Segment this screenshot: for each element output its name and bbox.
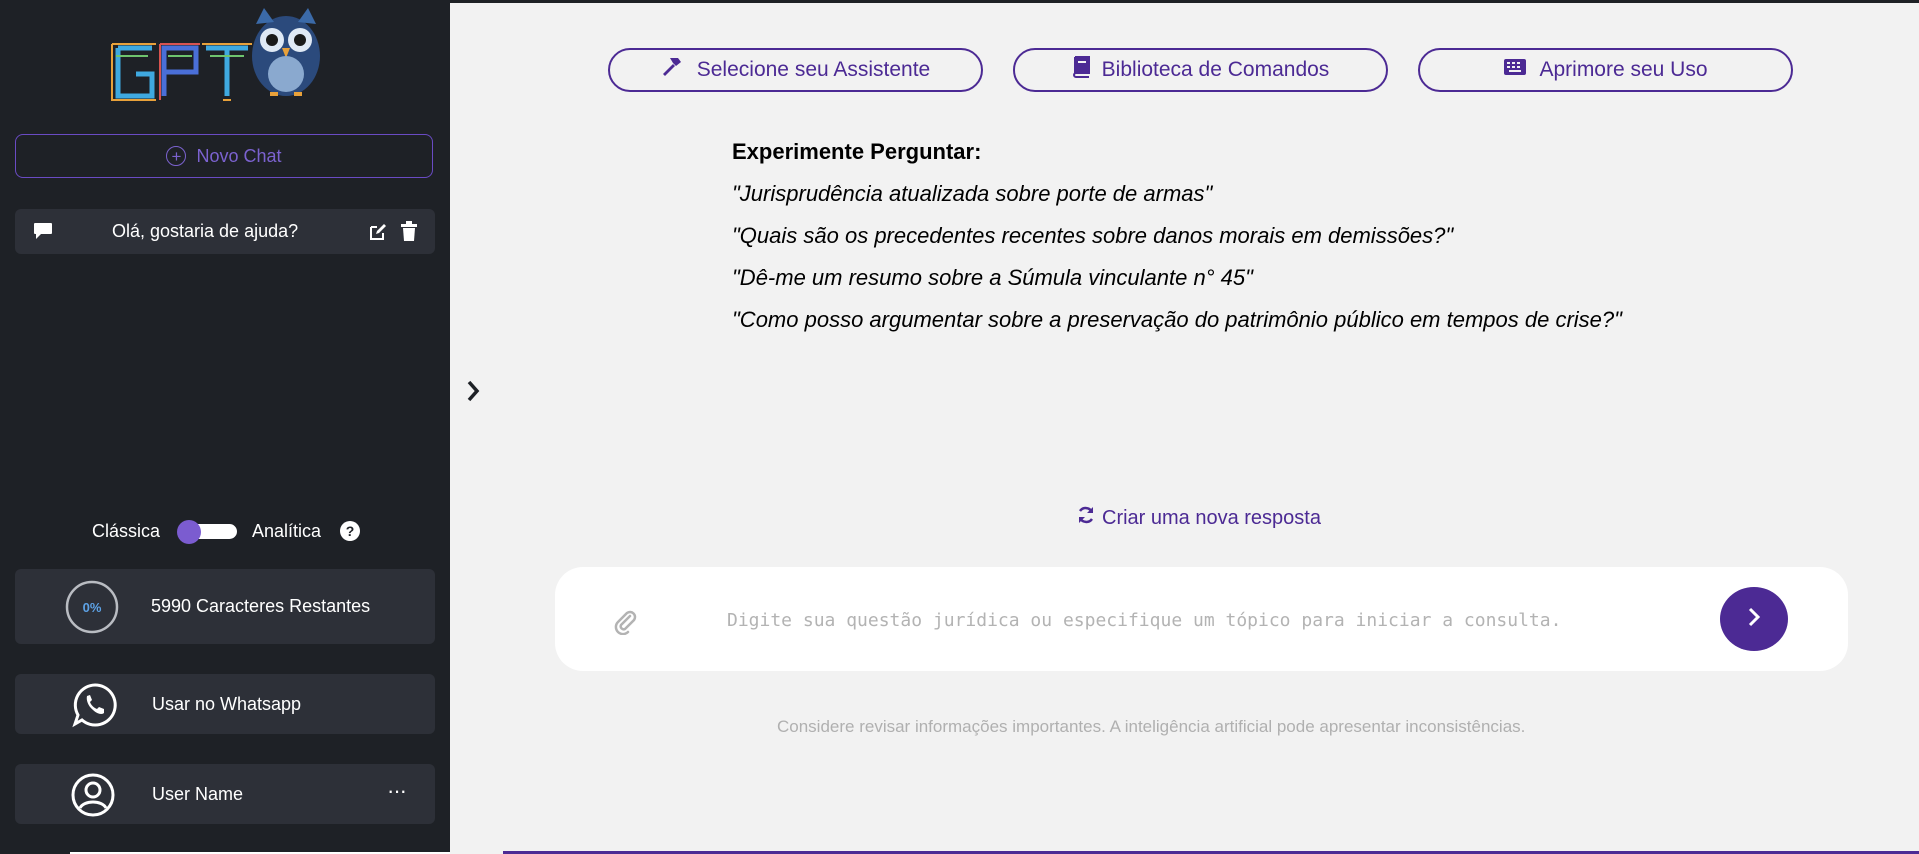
send-button[interactable] xyxy=(1720,587,1788,651)
characters-remaining-card: 0% 5990 Caracteres Restantes xyxy=(15,569,435,644)
whatsapp-button[interactable]: Usar no Whatsapp xyxy=(15,674,435,734)
mode-analytic-label: Analítica xyxy=(252,520,322,541)
select-assistant-label: Selecione seu Assistente xyxy=(696,58,931,81)
mode-classic-label: Clássica xyxy=(92,520,161,541)
characters-remaining-text: 5990 Caracteres Restantes xyxy=(151,596,371,616)
top-border xyxy=(450,0,1919,3)
book-icon xyxy=(1072,56,1090,84)
edit-icon[interactable] xyxy=(368,222,388,247)
user-circle-icon xyxy=(70,772,116,823)
whatsapp-label: Usar no Whatsapp xyxy=(152,694,302,714)
suggestion-item[interactable]: "Como posso argumentar sobre a preservaç… xyxy=(732,307,1622,333)
comment-icon xyxy=(33,222,53,245)
suggestions-heading: Experimente Perguntar: xyxy=(732,139,982,164)
expand-sidebar-chevron-icon[interactable] xyxy=(464,378,482,409)
command-library-label: Biblioteca de Comandos xyxy=(1101,58,1330,81)
disclaimer-text: Considere revisar informações importante… xyxy=(777,717,1526,736)
help-icon[interactable]: ? xyxy=(340,521,360,541)
chat-history-item[interactable]: Olá, gostaria de ajuda? xyxy=(15,209,435,254)
user-card: User Name ··· xyxy=(15,764,435,824)
chat-input-box xyxy=(555,567,1848,671)
chevron-right-icon xyxy=(1745,605,1763,634)
plus-circle-icon: + xyxy=(166,146,187,166)
user-name: User Name xyxy=(152,784,244,804)
more-options-icon[interactable]: ··· xyxy=(387,778,407,804)
mode-switch-row: Clássica Analítica ? xyxy=(0,516,450,546)
toggle-knob xyxy=(177,520,201,544)
improve-usage-button[interactable]: Aprimore seu Uso xyxy=(1418,48,1793,92)
suggestion-item[interactable]: "Jurisprudência atualizada sobre porte d… xyxy=(732,181,1212,207)
app-logo xyxy=(108,4,336,102)
progress-percent: 0% xyxy=(82,599,102,615)
mode-toggle[interactable] xyxy=(177,520,238,544)
hammer-icon xyxy=(661,56,685,84)
regenerate-label: Criar uma nova resposta xyxy=(1102,506,1321,529)
refresh-icon xyxy=(1076,505,1096,531)
sidebar: + Novo Chat Olá, gostaria de ajuda? Clás… xyxy=(0,0,450,854)
improve-usage-label: Aprimore seu Uso xyxy=(1539,58,1708,81)
whatsapp-icon xyxy=(71,682,119,733)
query-input[interactable] xyxy=(725,601,1739,639)
new-chat-button[interactable]: + Novo Chat xyxy=(15,134,433,178)
chat-title: Olá, gostaria de ajuda? xyxy=(112,221,299,241)
keyboard-icon xyxy=(1503,58,1527,82)
regenerate-response-button[interactable]: Criar uma nova resposta xyxy=(1076,505,1321,531)
trash-icon[interactable] xyxy=(400,221,418,247)
paperclip-icon[interactable] xyxy=(611,607,639,640)
suggestion-item[interactable]: "Quais são os precedentes recentes sobre… xyxy=(732,223,1453,249)
suggestion-item[interactable]: "Dê-me um resumo sobre a Súmula vinculan… xyxy=(732,265,1253,291)
command-library-button[interactable]: Biblioteca de Comandos xyxy=(1013,48,1388,92)
new-chat-label: Novo Chat xyxy=(196,145,282,166)
select-assistant-button[interactable]: Selecione seu Assistente xyxy=(608,48,983,92)
